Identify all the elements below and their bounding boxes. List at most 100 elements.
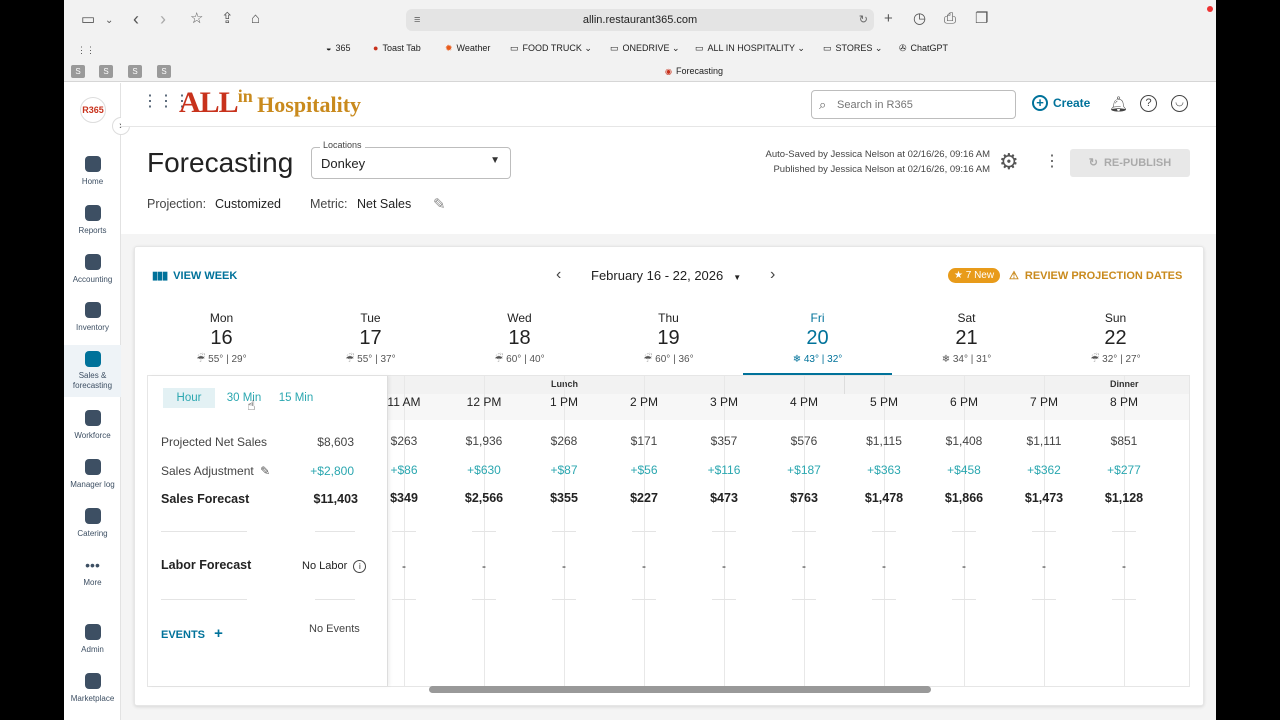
labor-cell: -: [802, 559, 806, 573]
prev-week-icon[interactable]: ‹: [556, 266, 561, 284]
pinned-tab[interactable]: S: [128, 65, 142, 78]
view-week-button[interactable]: ▮▮▮ VIEW WEEK: [152, 269, 237, 282]
info-icon[interactable]: i: [353, 560, 367, 573]
horizontal-scrollbar[interactable]: [429, 686, 931, 693]
adjustment-cell[interactable]: +$363: [844, 463, 924, 477]
bookmark-food-truck[interactable]: ▭ FOOD TRUCK ⌄: [510, 42, 592, 54]
sidebar-item-accounting[interactable]: Accounting: [64, 254, 121, 285]
day-column-sat[interactable]: Sat 21 ❄ 34° | 31°: [892, 311, 1041, 365]
bookmark-stores[interactable]: ▭ STORES ⌄: [823, 42, 882, 54]
back-icon[interactable]: ‹: [133, 10, 139, 28]
adjustment-cell[interactable]: +$187: [764, 463, 844, 477]
sidebar-item-manager-log[interactable]: Manager log: [64, 459, 121, 490]
labor-cell: -: [722, 559, 726, 573]
adjustment-cell[interactable]: +$277: [1084, 463, 1164, 477]
add-event-icon[interactable]: +: [214, 625, 223, 642]
admin-icon: [84, 624, 101, 640]
tab-hour[interactable]: Hour: [163, 388, 215, 408]
chevron-down-icon[interactable]: ⌄: [105, 13, 113, 29]
sidebar-item-admin[interactable]: Admin: [64, 624, 121, 655]
sidebar-item-workforce[interactable]: Workforce: [64, 410, 121, 441]
edit-adjustment-icon[interactable]: ✎: [260, 464, 270, 478]
browser-chrome: ▭ ⌄ ‹ › ☆ ⇪ ⌂ ≡ allin.restaurant365.com …: [64, 0, 1216, 82]
new-dates-badge[interactable]: ★ 7 New: [948, 268, 1001, 283]
day-column-thu[interactable]: Thu 19 ☔︎ 60° | 36°: [594, 311, 743, 365]
republish-button[interactable]: ↻ RE-PUBLISH: [1070, 149, 1190, 177]
sidebar-toggle-icon[interactable]: ▭: [81, 12, 95, 28]
pinned-tab[interactable]: S: [157, 65, 171, 78]
search-box[interactable]: ⌕: [811, 90, 1016, 119]
divider: [392, 599, 416, 600]
hour-header: 6 PM: [949, 395, 978, 409]
url-bar[interactable]: ≡ allin.restaurant365.com ↻: [406, 9, 874, 31]
brand-logo[interactable]: ALLin Hospitality: [179, 86, 361, 120]
forward-icon[interactable]: ›: [160, 10, 166, 28]
adjustment-cell[interactable]: +$56: [604, 463, 684, 477]
help-icon[interactable]: ?: [1140, 95, 1157, 112]
sidebar-item-catering[interactable]: Catering: [64, 508, 121, 539]
bell-icon[interactable]: 🔔︎: [1109, 95, 1128, 113]
pinned-tab[interactable]: S: [71, 65, 85, 78]
r365-logo[interactable]: R365: [80, 97, 106, 123]
adjustment-cell[interactable]: +$458: [924, 463, 1004, 477]
settings-gear-icon[interactable]: ⚙: [999, 150, 1019, 174]
create-button[interactable]: + Create: [1032, 95, 1090, 111]
adjustment-cell[interactable]: +$87: [524, 463, 604, 477]
rain-icon: ☔︎: [196, 354, 206, 365]
metric-label: Metric:: [310, 197, 348, 211]
review-projection-dates-button[interactable]: ⚠ REVIEW PROJECTION DATES: [1009, 269, 1182, 282]
events-label[interactable]: EVENTS +: [161, 625, 223, 642]
adjustment-cell[interactable]: +$116: [684, 463, 764, 477]
sidebar-item-sales-forecasting[interactable]: Sales & forecasting: [64, 345, 121, 397]
labor-cell: -: [1122, 559, 1126, 573]
labor-forecast-value: No Labor i: [302, 560, 367, 573]
bookmark-weather[interactable]: ✹ Weather: [445, 42, 490, 54]
adjustment-cell[interactable]: +$362: [1004, 463, 1084, 477]
bookmark-365[interactable]: ◒ 365: [326, 42, 350, 54]
tab-15-min[interactable]: 15 Min: [271, 388, 321, 408]
day-column-tue[interactable]: Tue 17 ☔︎ 55° | 37°: [296, 311, 445, 365]
autosaved-status: Auto-Saved by Jessica Nelson at 02/16/26…: [765, 149, 990, 160]
projection-label: Projection:: [147, 197, 207, 211]
new-tab-icon[interactable]: +: [884, 11, 893, 27]
date-range-select[interactable]: February 16 - 22, 2026 ▼: [591, 268, 741, 283]
projected-cell: $576: [790, 434, 818, 448]
active-tab[interactable]: ◉ Forecasting: [665, 66, 723, 76]
sidebar-item-more[interactable]: ••• More: [64, 557, 121, 588]
pinned-tab[interactable]: S: [99, 65, 113, 78]
day-column-mon[interactable]: Mon 16 ☔︎ 55° | 29°: [147, 311, 296, 365]
edit-metric-icon[interactable]: ✎: [433, 195, 446, 213]
grid-icon[interactable]: ⋮⋮: [77, 42, 95, 58]
app-header: ⋮⋮⋮ ALLin Hospitality ⌕ +Create 🔔︎ ? ◡: [121, 83, 1216, 127]
print-icon[interactable]: ⎙: [944, 11, 956, 27]
location-select[interactable]: Locations Donkey ▼: [311, 140, 511, 179]
tab-30-min[interactable]: 30 Min: [220, 388, 268, 408]
sidebar-item-marketplace[interactable]: Marketplace: [64, 673, 121, 704]
day-column-wed[interactable]: Wed 18 ☔︎ 60° | 40°: [445, 311, 594, 365]
next-week-icon[interactable]: ›: [770, 266, 775, 284]
kebab-menu-icon[interactable]: ⋮: [1044, 152, 1060, 172]
adjustment-cell[interactable]: +$630: [444, 463, 524, 477]
sidebar-item-home[interactable]: Home: [64, 156, 121, 187]
sync-icon: ↻: [1088, 157, 1098, 169]
sidebar-item-reports[interactable]: Reports: [64, 205, 121, 236]
page-settings-icon[interactable]: ≡: [414, 9, 420, 31]
bookmark-toast[interactable]: ● Toast Tab: [373, 42, 421, 54]
day-column-fri[interactable]: Fri 20 ❄ 43° | 32°: [743, 311, 892, 375]
tabs-overview-icon[interactable]: ❐: [975, 11, 988, 27]
reload-icon[interactable]: ↻: [859, 9, 868, 31]
account-icon[interactable]: ◡: [1171, 95, 1188, 112]
bookmark-onedrive[interactable]: ▭ ONEDRIVE ⌄: [610, 42, 680, 54]
bookmark-chatgpt[interactable]: ✇ ChatGPT: [899, 42, 948, 54]
share-icon[interactable]: ⇪: [221, 11, 234, 27]
day-column-sun[interactable]: Sun 22 ☔︎ 32° | 27°: [1041, 311, 1190, 365]
history-icon[interactable]: ◷: [913, 11, 926, 27]
search-input[interactable]: [837, 96, 1007, 113]
star-icon[interactable]: ☆: [190, 11, 203, 27]
home-browser-icon[interactable]: ⌂: [251, 11, 260, 27]
metric-value: Net Sales: [357, 197, 412, 211]
events-value: No Events: [309, 623, 360, 635]
url-text: allin.restaurant365.com: [582, 14, 698, 26]
sidebar-item-inventory[interactable]: Inventory: [64, 302, 121, 333]
bookmark-all-in-hospitality[interactable]: ▭ ALL IN HOSPITALITY ⌄: [695, 42, 805, 54]
